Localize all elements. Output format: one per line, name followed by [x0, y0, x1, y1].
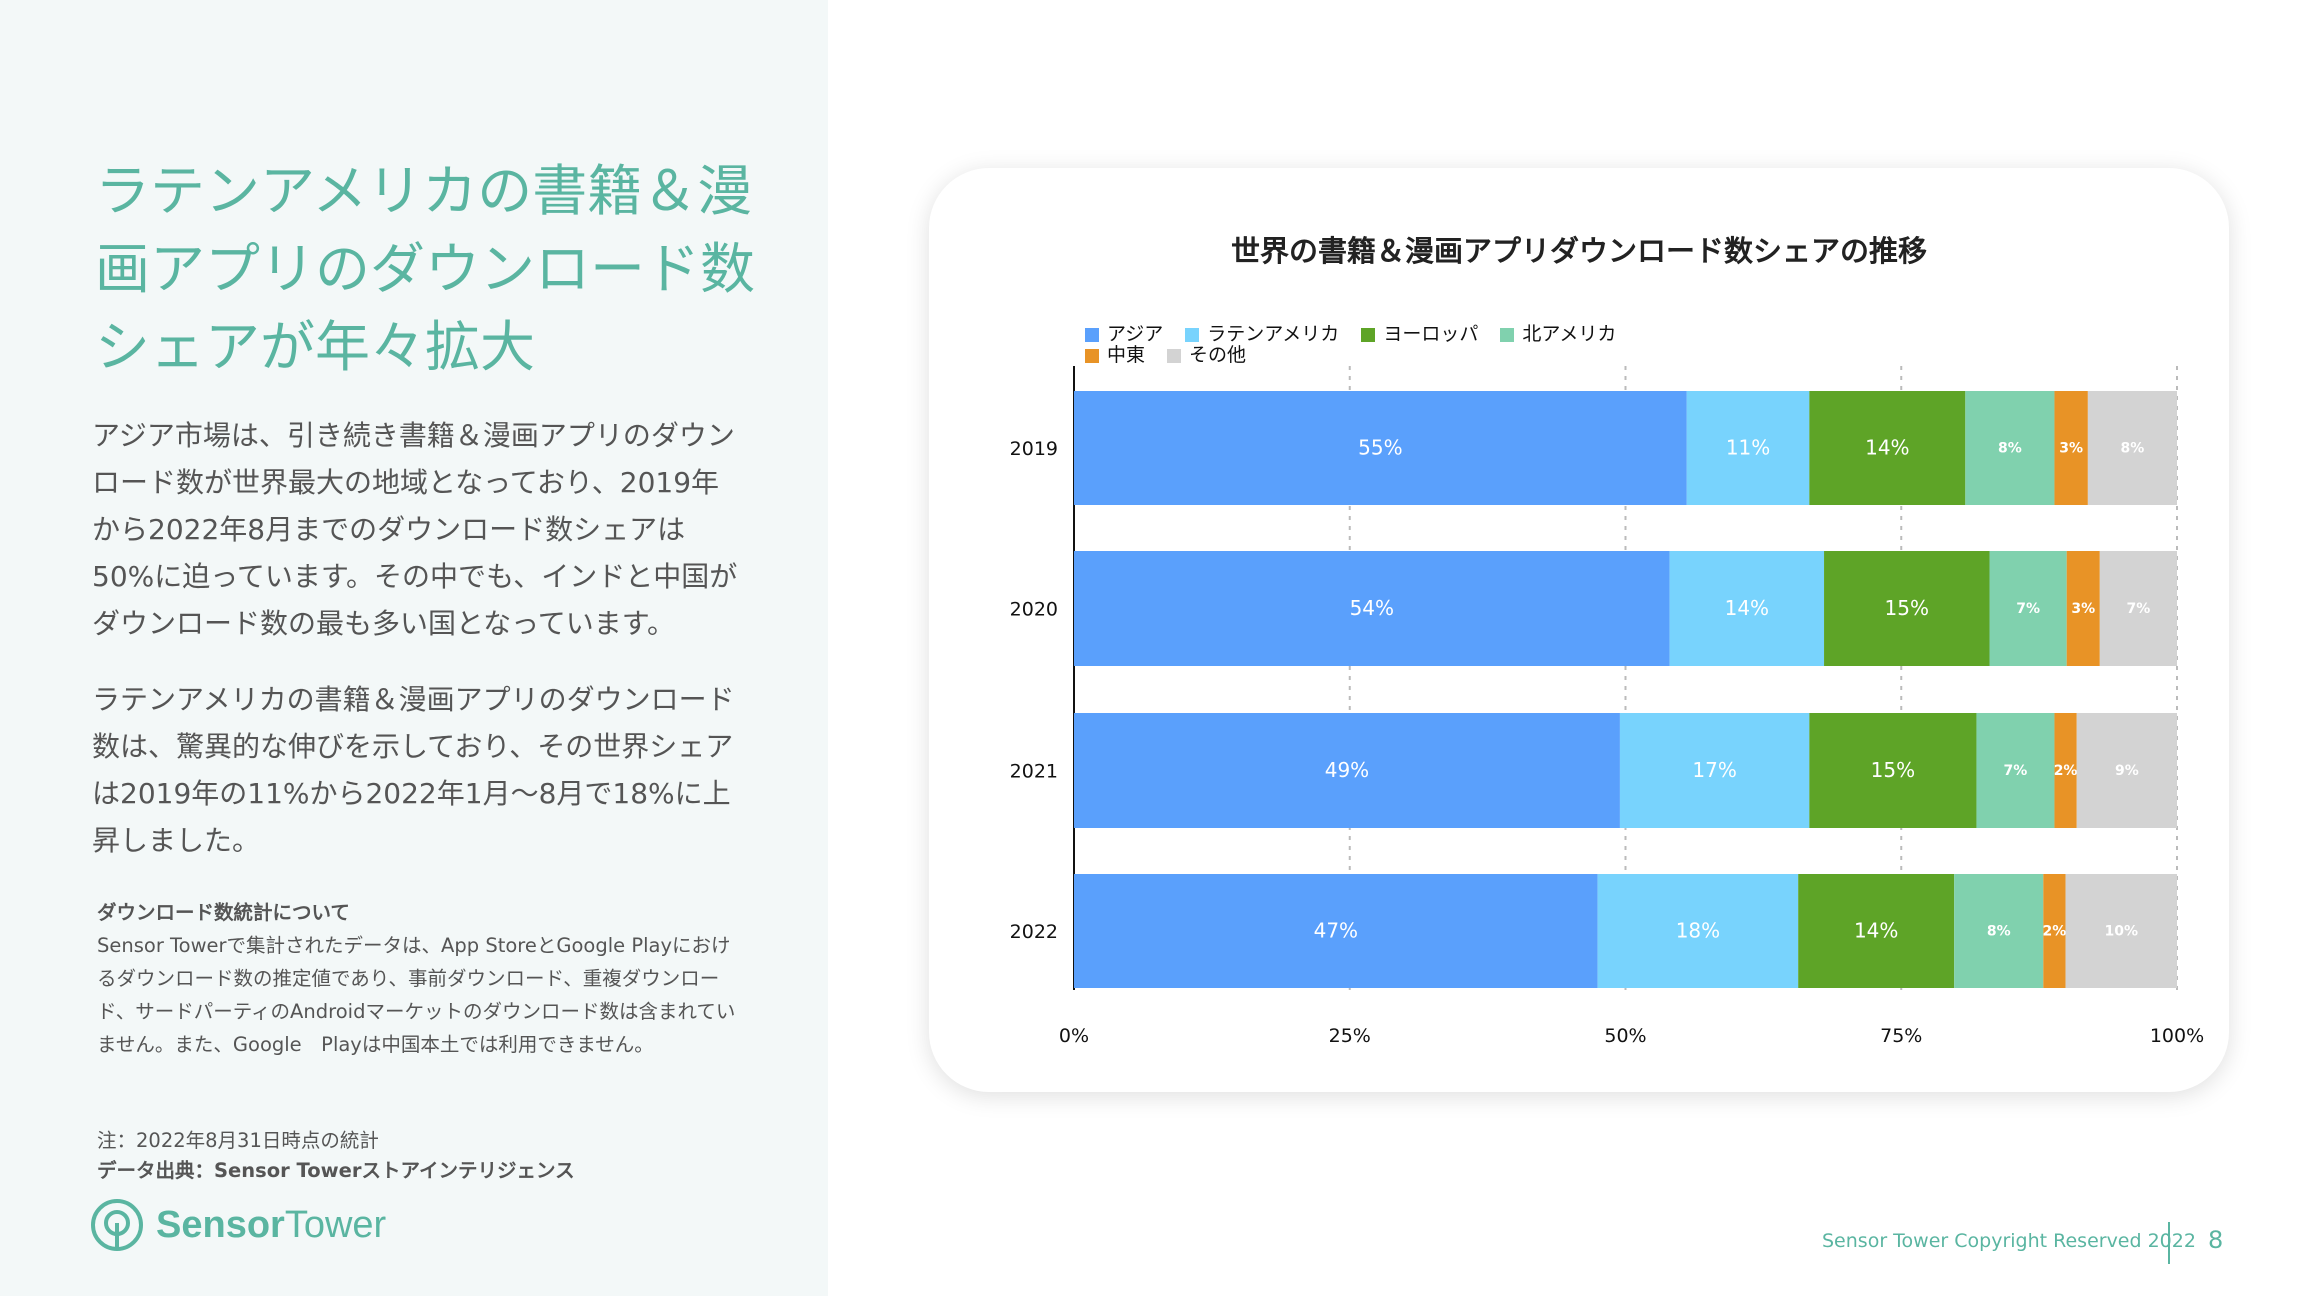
data-label: 3%: [2071, 601, 2095, 617]
data-label: 8%: [1998, 441, 2022, 457]
data-label: 7%: [2127, 601, 2151, 617]
y-category-label: 2022: [1010, 921, 1058, 943]
footer-divider: [2168, 1222, 2170, 1264]
page-number: 8: [2208, 1226, 2224, 1254]
x-tick-label: 75%: [1880, 1025, 1922, 1047]
data-label: 14%: [1725, 596, 1769, 620]
data-label: 15%: [1871, 758, 1915, 782]
data-label: 10%: [2105, 924, 2139, 940]
y-category-label: 2021: [1010, 761, 1058, 783]
data-label: 14%: [1865, 436, 1909, 460]
y-category-label: 2019: [1010, 438, 1058, 460]
data-label: 47%: [1314, 919, 1358, 943]
data-label: 2%: [2043, 924, 2067, 940]
data-label: 9%: [2115, 763, 2139, 779]
data-label: 49%: [1325, 758, 1369, 782]
copyright: Sensor Tower Copyright Reserved 2022: [1822, 1230, 2196, 1252]
x-tick-label: 50%: [1604, 1025, 1646, 1047]
data-label: 7%: [2004, 763, 2028, 779]
y-category-label: 2020: [1010, 599, 1058, 621]
data-label: 17%: [1692, 758, 1736, 782]
x-tick-label: 25%: [1329, 1025, 1371, 1047]
data-label: 15%: [1885, 596, 1929, 620]
data-label: 54%: [1350, 596, 1394, 620]
stacked-bar-chart: 0% 25% 50% 75% 100% 2019 55% 11% 14% 8% 3% 8% 2020 54…: [1010, 366, 2204, 1047]
x-tick-label: 100%: [2150, 1025, 2204, 1047]
data-label: 14%: [1854, 919, 1898, 943]
x-tick-label: 0%: [1059, 1025, 1089, 1047]
data-label: 2%: [2054, 763, 2078, 779]
data-label: 55%: [1358, 436, 1402, 460]
data-label: 8%: [1987, 924, 2011, 940]
data-label: 18%: [1676, 919, 1720, 943]
data-label: 8%: [2121, 441, 2145, 457]
data-label: 11%: [1726, 436, 1770, 460]
data-label: 7%: [2016, 601, 2040, 617]
data-label: 3%: [2059, 441, 2083, 457]
